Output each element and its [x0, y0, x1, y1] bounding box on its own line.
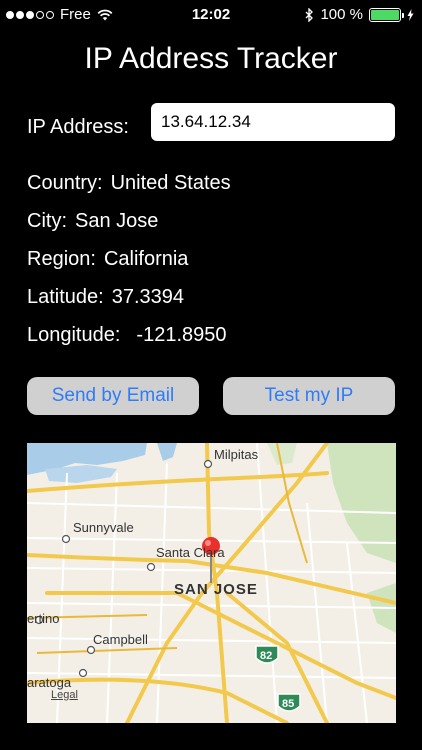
bluetooth-icon: [305, 7, 314, 22]
longitude-value: -121.8950: [136, 324, 227, 346]
longitude-label: Longitude:: [27, 324, 121, 346]
battery-percent: 100 %: [320, 6, 363, 23]
map-label-campbell: Campbell: [93, 632, 148, 647]
status-right: 100 %: [305, 6, 414, 23]
map-water: [157, 443, 177, 461]
latitude-label: Latitude:: [27, 286, 104, 308]
send-by-email-button[interactable]: Send by Email: [27, 377, 199, 415]
latitude-row: Latitude: 37.3394: [27, 286, 184, 309]
route-82-label: 82: [260, 650, 273, 662]
charging-bolt-icon: [407, 8, 414, 21]
status-bar: Free 12:02 100 %: [0, 0, 422, 30]
country-row: Country: United States: [27, 172, 231, 195]
city-value: San Jose: [75, 210, 159, 232]
ip-address-input[interactable]: [151, 103, 395, 141]
region-label: Region:: [27, 248, 96, 270]
map-label-sunnyvale: Sunnyvale: [73, 520, 134, 535]
longitude-row: Longitude: -121.8950: [27, 324, 227, 347]
battery-icon: [369, 7, 404, 22]
map-label-milpitas: Milpitas: [214, 447, 259, 462]
map-label-san-jose: SAN JOSE: [174, 581, 258, 598]
map-label-santa-clara: Santa Clara: [156, 545, 225, 560]
route-85-label: 85: [282, 698, 295, 710]
test-my-ip-button[interactable]: Test my IP: [223, 377, 395, 415]
map-park: [327, 443, 396, 563]
city-row: City: San Jose: [27, 210, 158, 233]
region-row: Region: California: [27, 248, 188, 271]
map-label-cupertino: ertino: [27, 611, 60, 626]
region-value: California: [103, 248, 189, 270]
city-label: City:: [27, 210, 67, 232]
country-label: Country:: [27, 172, 103, 194]
map-legal-link[interactable]: Legal: [51, 689, 78, 701]
location-map[interactable]: Milpitas Sunnyvale Santa Clara SAN JOSE …: [27, 443, 396, 723]
ip-address-label: IP Address:: [27, 116, 129, 138]
country-value: United States: [110, 172, 231, 194]
map-label-saratoga: aratoga: [27, 675, 72, 690]
page-title: IP Address Tracker: [84, 42, 338, 75]
latitude-value: 37.3394: [111, 286, 185, 308]
map-park: [267, 443, 297, 465]
